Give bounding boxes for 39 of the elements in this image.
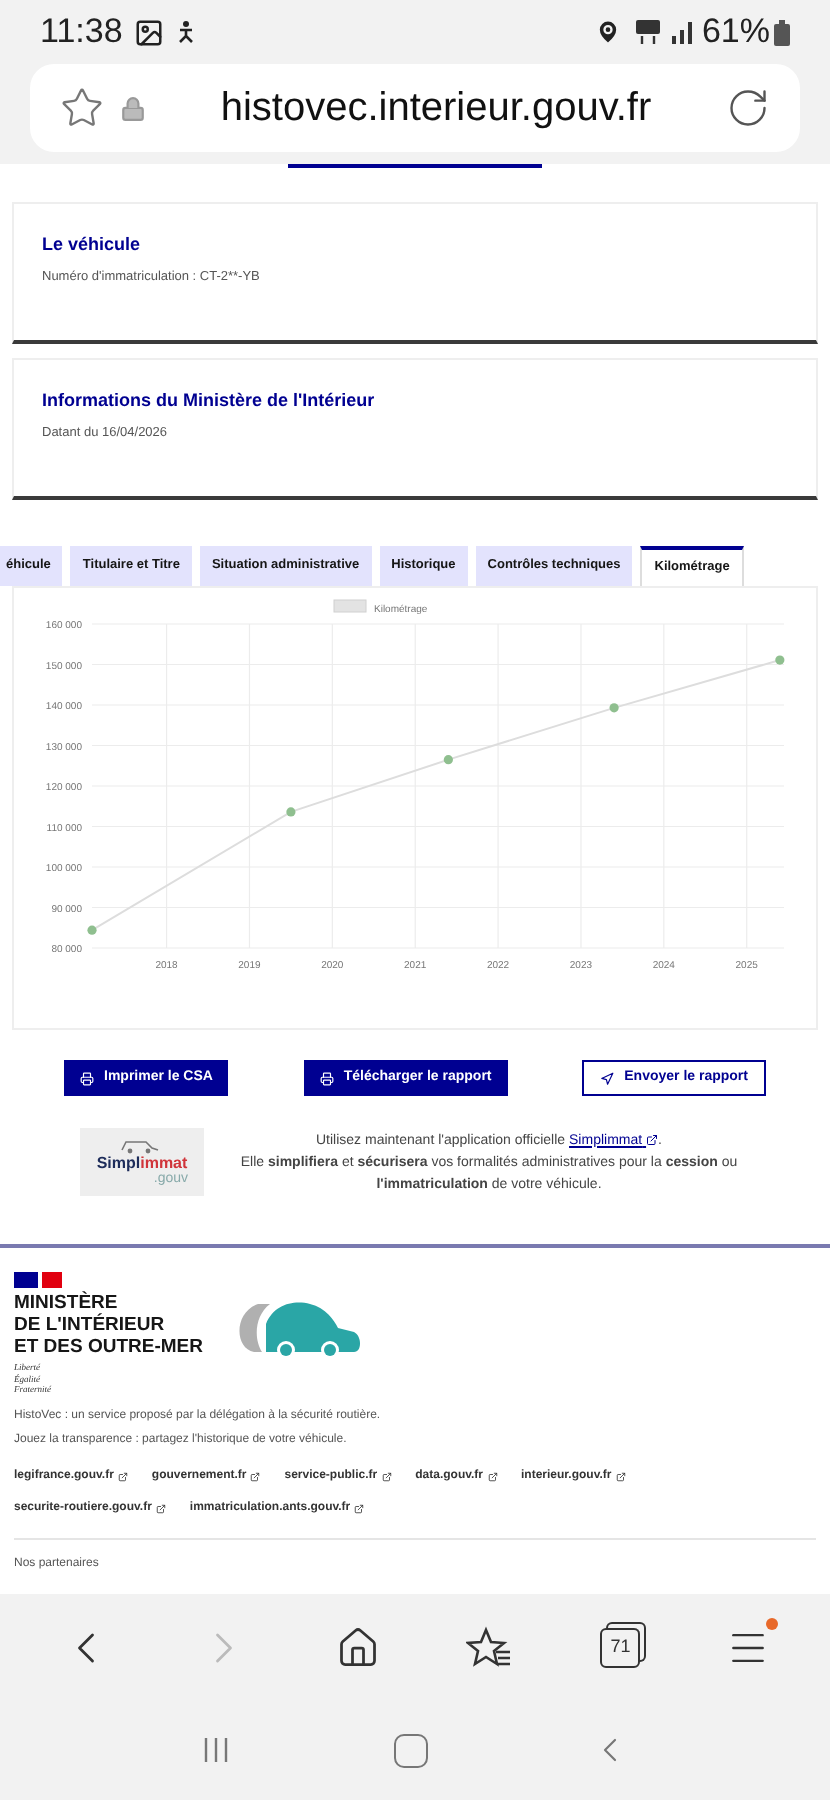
data-point xyxy=(443,755,453,765)
signal-icon xyxy=(669,20,698,44)
figure-icon xyxy=(176,20,197,44)
printer-icon xyxy=(80,1071,94,1085)
send-icon xyxy=(600,1071,615,1085)
home-icon[interactable] xyxy=(335,1625,380,1669)
location-icon xyxy=(593,18,622,46)
bookmarks-icon[interactable] xyxy=(466,1625,515,1669)
image-icon xyxy=(134,17,165,47)
data-point xyxy=(775,655,785,665)
data-point xyxy=(609,703,619,713)
external-link-icon xyxy=(646,1133,659,1146)
reload-icon[interactable] xyxy=(726,86,770,130)
recent-apps-icon[interactable] xyxy=(200,1734,233,1766)
home-button[interactable] xyxy=(393,1733,428,1767)
ministry-name: MINISTÈRE DE L'INTÉRIEUR ET DES OUTRE-MER xyxy=(14,1292,203,1358)
logo-text: Simplimmat xyxy=(96,1153,188,1171)
legend-swatch xyxy=(333,599,367,613)
battery-icon xyxy=(774,19,790,45)
tabs-button[interactable]: 71 xyxy=(600,1627,641,1667)
external-link-icon xyxy=(354,1503,365,1513)
url-text: histovec.interieur.gouv.fr xyxy=(218,84,654,134)
external-link-icon xyxy=(615,1471,626,1481)
address-bar[interactable]: histovec.interieur.gouv.fr xyxy=(30,64,800,152)
external-link-icon xyxy=(117,1471,128,1481)
external-link-icon xyxy=(250,1471,261,1481)
card-title: Informations du Ministère de l'Intérieur xyxy=(42,388,377,414)
printer-icon xyxy=(319,1071,334,1085)
data-point xyxy=(87,925,97,935)
card-title: Le véhicule xyxy=(42,232,143,258)
clock: 11:38 xyxy=(40,10,123,55)
battery-percentage: 61% xyxy=(701,10,770,55)
external-link-icon xyxy=(381,1471,392,1481)
external-link-icon xyxy=(487,1471,497,1481)
lock-icon xyxy=(120,95,146,121)
flag-icon xyxy=(14,1272,62,1288)
external-link-icon xyxy=(155,1503,166,1513)
data-point xyxy=(286,807,296,817)
bookmark-icon[interactable] xyxy=(60,86,104,130)
